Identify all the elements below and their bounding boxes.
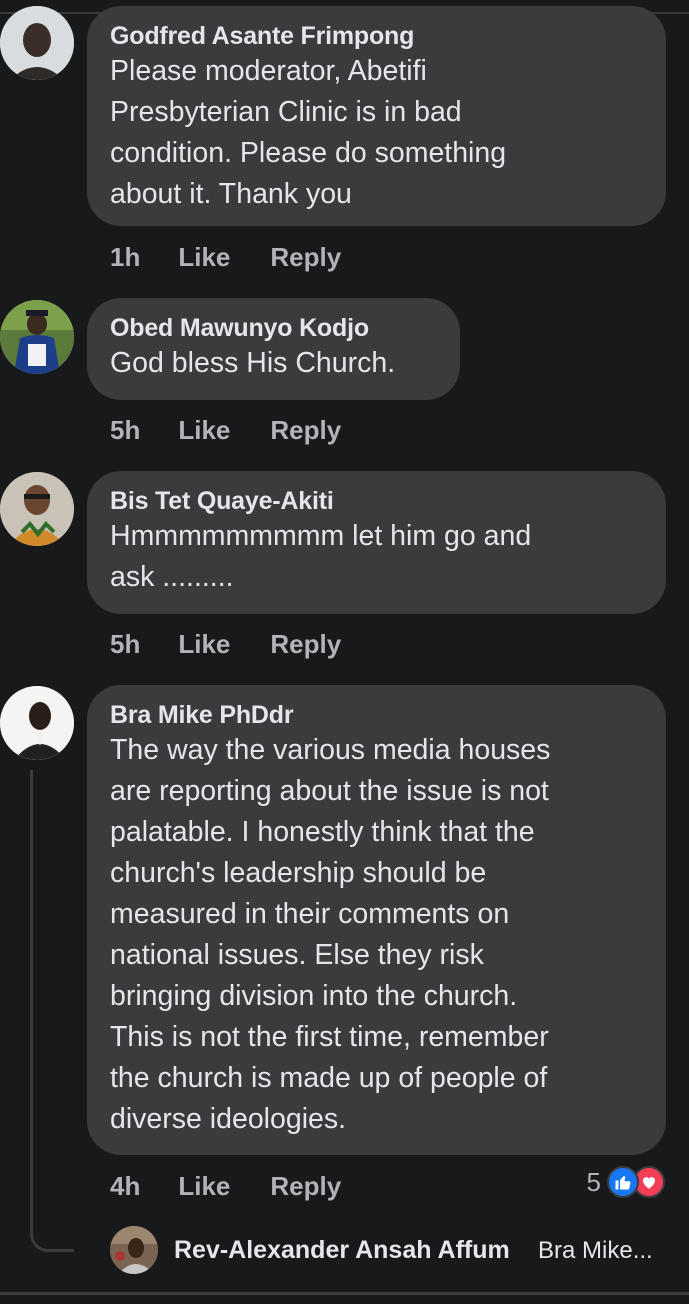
comment-author[interactable]: Bis Tet Quaye-Akiti (110, 486, 644, 516)
reply-thread-connector (30, 770, 74, 1252)
reaction-count: 5 (586, 1166, 601, 1197)
comment-actions: 5h Like Reply (110, 413, 381, 447)
comment-time[interactable]: 5h (110, 629, 140, 660)
comments-page: Godfred Asante Frimpong Please moderator… (0, 0, 689, 1304)
comment-line: national issues. Else they risk (110, 939, 484, 971)
avatar[interactable] (0, 300, 74, 374)
avatar[interactable] (0, 686, 74, 760)
like-button[interactable]: Like (178, 1171, 230, 1202)
avatar[interactable] (0, 472, 74, 546)
comment-line: bringing division into the church. (110, 980, 518, 1012)
reply-button[interactable]: Reply (270, 1171, 341, 1202)
comment-line: church's leadership should be (110, 857, 487, 889)
divider (0, 1292, 689, 1295)
reaction-summary[interactable]: 5 (587, 1166, 665, 1198)
comment-line: Presbyterian Clinic is in bad (110, 96, 462, 128)
reply-button[interactable]: Reply (270, 629, 341, 660)
comment-actions: 1h Like Reply (110, 240, 381, 274)
comment-text: Please moderator, Abetifi Presbyterian C… (110, 51, 644, 215)
comment-bubble[interactable]: Bis Tet Quaye-Akiti Hmmmmmmmmm let him g… (87, 471, 666, 614)
comment-line: about it. Thank you (110, 178, 352, 210)
reply-snippet: Bra Mike... (538, 1237, 653, 1264)
reply-button[interactable]: Reply (270, 415, 341, 446)
reply-preview[interactable]: Rev-Alexander Ansah Affum Bra Mike... (110, 1226, 670, 1276)
comment-line: Please moderator, Abetifi (110, 55, 427, 87)
comment-line: God bless His Church. (110, 347, 396, 379)
comment-actions: 5h Like Reply (110, 627, 381, 661)
comment-time[interactable]: 1h (110, 242, 140, 273)
avatar[interactable] (110, 1226, 158, 1274)
comment-line: measured in their comments on (110, 898, 510, 930)
comment-author[interactable]: Bra Mike PhDdr (110, 700, 644, 730)
like-button[interactable]: Like (178, 629, 230, 660)
comment-author[interactable]: Godfred Asante Frimpong (110, 21, 644, 51)
like-button[interactable]: Like (178, 415, 230, 446)
comment-line: palatable. I honestly think that the (110, 816, 535, 848)
comment-line: ask ......... (110, 561, 234, 593)
comment-line: diverse ideologies. (110, 1103, 347, 1135)
comment-text: The way the various media houses are rep… (110, 730, 644, 1140)
avatar[interactable] (0, 6, 74, 80)
comment-line: condition. Please do something (110, 137, 507, 169)
comment-line: Hmmmmmmmmm let him go and (110, 520, 532, 552)
like-button[interactable]: Like (178, 242, 230, 273)
comment-line: the church is made up of people of (110, 1062, 548, 1094)
reply-button[interactable]: Reply (270, 242, 341, 273)
comment-text: Hmmmmmmmmm let him go and ask ......... (110, 516, 644, 598)
comment-line: The way the various media houses (110, 734, 551, 766)
thumbs-up-icon (607, 1166, 639, 1198)
reply-author[interactable]: Rev-Alexander Ansah Affum (174, 1236, 510, 1265)
comment-time[interactable]: 5h (110, 415, 140, 446)
comment-actions: 4h Like Reply (110, 1169, 381, 1203)
comment-bubble[interactable]: Obed Mawunyo Kodjo God bless His Church. (87, 298, 460, 400)
comment-line: are reporting about the issue is not (110, 775, 549, 807)
comment-line: This is not the first time, remember (110, 1021, 549, 1053)
comment-time[interactable]: 4h (110, 1171, 140, 1202)
comment-text: God bless His Church. (110, 343, 438, 384)
comment-bubble[interactable]: Godfred Asante Frimpong Please moderator… (87, 6, 666, 226)
comment-author[interactable]: Obed Mawunyo Kodjo (110, 313, 438, 343)
comment-bubble[interactable]: Bra Mike PhDdr The way the various media… (87, 685, 666, 1155)
